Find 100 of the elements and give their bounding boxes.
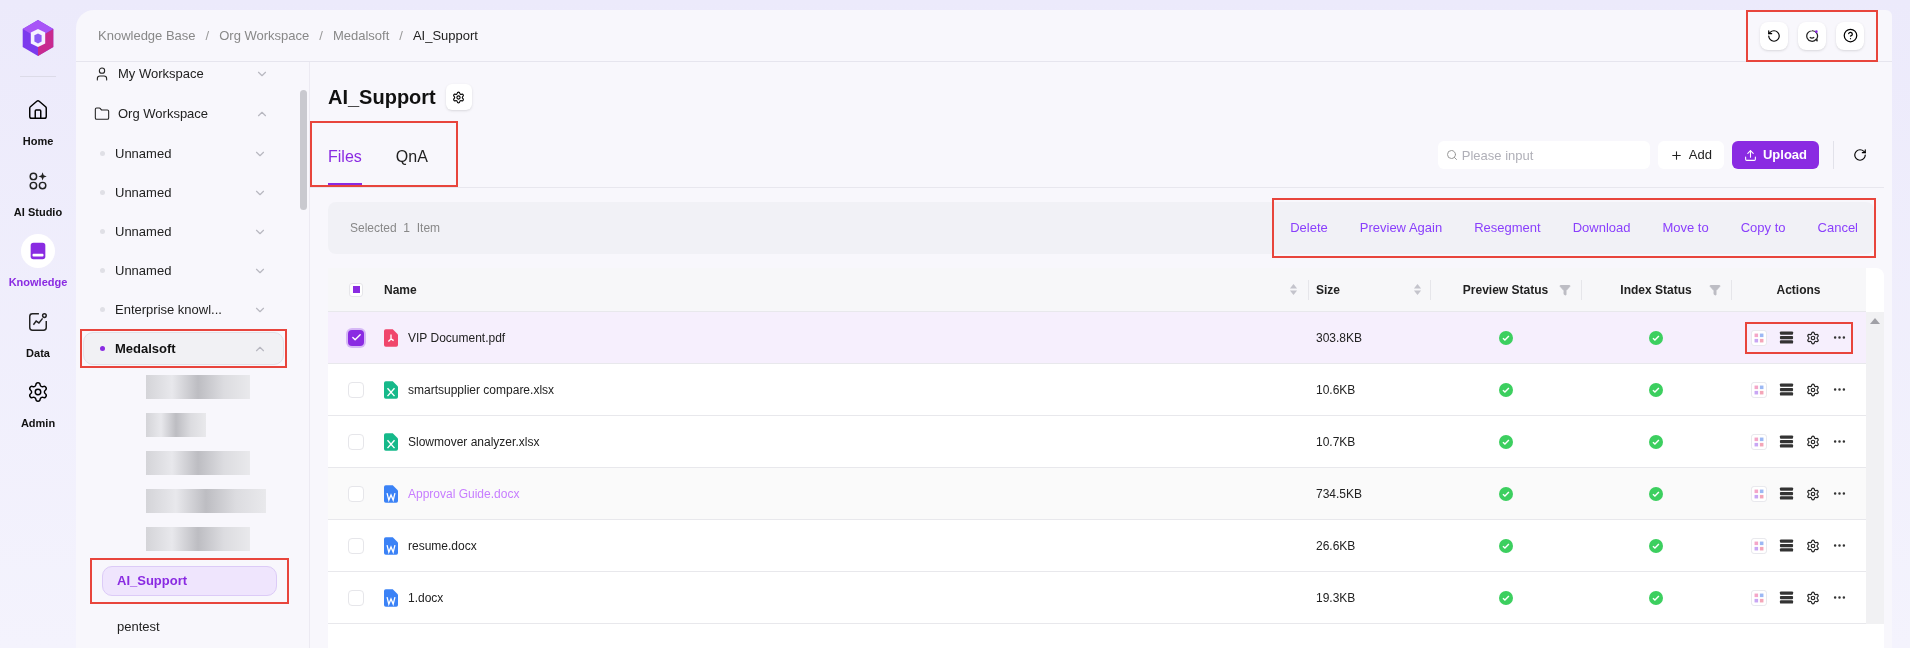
stack-icon[interactable]: [1778, 434, 1794, 449]
tree-item[interactable]: Enterprise knowl...: [83, 293, 284, 326]
search-field[interactable]: Please input: [1437, 141, 1650, 169]
upload-button[interactable]: Upload: [1731, 141, 1819, 169]
settings-icon[interactable]: [1805, 538, 1820, 553]
pdf-file-icon: [384, 328, 398, 347]
tree-label: Medalsoft: [115, 339, 177, 358]
tree-label: Unnamed: [115, 144, 173, 163]
tab[interactable]: Files: [328, 145, 362, 185]
nav-label: Admin: [20, 416, 56, 431]
grid-icon[interactable]: [1750, 381, 1767, 398]
bulk-action-link[interactable]: Copy to: [1728, 218, 1798, 238]
table-row[interactable]: Approval Guide.docx 734.5KB: [328, 468, 1866, 520]
add-button[interactable]: Add: [1657, 141, 1724, 169]
logo-icon: [20, 18, 56, 58]
spreadsheet-file-icon: [384, 432, 398, 451]
document-file-icon: [384, 484, 398, 503]
chat-button[interactable]: [1798, 21, 1826, 50]
tab[interactable]: QnA: [395, 145, 428, 185]
scrollbar[interactable]: [1866, 312, 1884, 624]
nav-item[interactable]: Home: [3, 93, 73, 150]
grid-icon[interactable]: [1750, 433, 1767, 450]
file-size: 19.3KB: [1316, 589, 1356, 607]
row-checkbox[interactable]: [348, 537, 364, 554]
file-name[interactable]: smartsupplier compare.xlsx: [408, 380, 555, 399]
row-checkbox[interactable]: [348, 433, 364, 450]
file-size: 26.6KB: [1316, 537, 1356, 555]
stack-icon[interactable]: [1778, 330, 1794, 345]
sort-icon[interactable]: [1413, 283, 1422, 296]
bulk-action-link[interactable]: Preview Again: [1347, 218, 1455, 238]
tree-label: Unnamed: [115, 261, 173, 280]
table-row[interactable]: VIP Document.pdf 303.8KB: [328, 312, 1866, 364]
bulk-action-link[interactable]: Download: [1560, 218, 1643, 238]
nav-item[interactable]: Data: [3, 304, 73, 361]
file-name[interactable]: 1.docx: [408, 588, 444, 607]
refresh-icon: [1853, 148, 1867, 162]
breadcrumb-item: AI_Support: [412, 26, 478, 45]
stack-icon[interactable]: [1778, 486, 1794, 501]
tree-item[interactable]: Unnamed: [83, 176, 284, 209]
document-file-icon: [384, 536, 398, 555]
file-name[interactable]: Slowmover analyzer.xlsx: [408, 432, 540, 451]
nav-item[interactable]: Admin: [3, 375, 73, 432]
grid-icon[interactable]: [1750, 537, 1767, 554]
tree-item[interactable]: Unnamed: [83, 215, 284, 248]
settings-icon[interactable]: [1805, 486, 1820, 501]
document-file-icon: [384, 588, 398, 607]
column-header: Name: [384, 281, 417, 299]
nav-item[interactable]: AI Studio: [3, 163, 73, 220]
grid-icon[interactable]: [1750, 589, 1767, 606]
spreadsheet-file-icon: [384, 380, 398, 399]
stack-icon[interactable]: [1778, 590, 1794, 605]
select-all-checkbox[interactable]: [349, 282, 363, 297]
bulk-action-link[interactable]: Cancel: [1805, 218, 1870, 238]
tree-item[interactable]: Unnamed: [83, 254, 284, 287]
history-icon: [1767, 28, 1781, 43]
row-checkbox[interactable]: [348, 329, 364, 346]
chat-icon: [1805, 28, 1819, 43]
grid-icon[interactable]: [1750, 485, 1767, 502]
history-button[interactable]: [1760, 21, 1788, 50]
tree-item[interactable]: Medalsoft: [83, 332, 284, 365]
tree-label: Enterprise knowl...: [115, 300, 223, 319]
tree-item[interactable]: Unnamed: [83, 137, 284, 170]
file-size: 303.8KB: [1316, 329, 1363, 347]
breadcrumb-separator: /: [319, 26, 323, 45]
tree-item[interactable]: My Workspace: [82, 62, 285, 92]
help-button[interactable]: [1836, 21, 1864, 50]
row-checkbox[interactable]: [348, 485, 364, 502]
bulk-action-link[interactable]: Move to: [1650, 218, 1721, 238]
nav-item[interactable]: Knowledge: [3, 234, 73, 291]
settings-icon[interactable]: [1805, 330, 1820, 345]
sort-icon[interactable]: [1289, 283, 1298, 296]
grid-icon[interactable]: [1750, 329, 1767, 346]
scroll-up-icon[interactable]: [1870, 318, 1880, 324]
partial-icon: [352, 286, 360, 293]
page-title: AI_Support: [328, 85, 436, 110]
tree-item[interactable]: pentest: [102, 612, 277, 642]
filter-icon[interactable]: [1559, 283, 1571, 296]
column-header: Preview Status: [1462, 281, 1549, 299]
scrollbar[interactable]: [300, 90, 307, 210]
tree-label: My Workspace: [118, 65, 205, 84]
settings-button[interactable]: [445, 84, 472, 110]
filter-icon[interactable]: [1709, 283, 1721, 296]
row-checkbox[interactable]: [348, 381, 364, 398]
bulk-action-link[interactable]: Delete: [1278, 218, 1340, 238]
bulk-action-link[interactable]: Resegment: [1462, 218, 1553, 238]
tree-item[interactable]: AI_Support: [102, 566, 277, 596]
settings-icon[interactable]: [1805, 434, 1820, 449]
settings-icon[interactable]: [1805, 382, 1820, 397]
tree-item[interactable]: Org Workspace: [82, 96, 285, 132]
file-size: 10.7KB: [1316, 433, 1356, 451]
stack-icon[interactable]: [1778, 538, 1794, 553]
selection-count: Selected 1 Item: [350, 220, 442, 237]
stack-icon[interactable]: [1778, 382, 1794, 397]
row-checkbox[interactable]: [348, 589, 364, 606]
shapes-icon: [27, 169, 49, 192]
nav-label: Knowledge: [8, 275, 68, 290]
settings-icon[interactable]: [1805, 590, 1820, 605]
file-name[interactable]: VIP Document.pdf: [408, 328, 506, 347]
file-name[interactable]: resume.docx: [408, 536, 477, 555]
plus-icon: [1669, 148, 1683, 162]
